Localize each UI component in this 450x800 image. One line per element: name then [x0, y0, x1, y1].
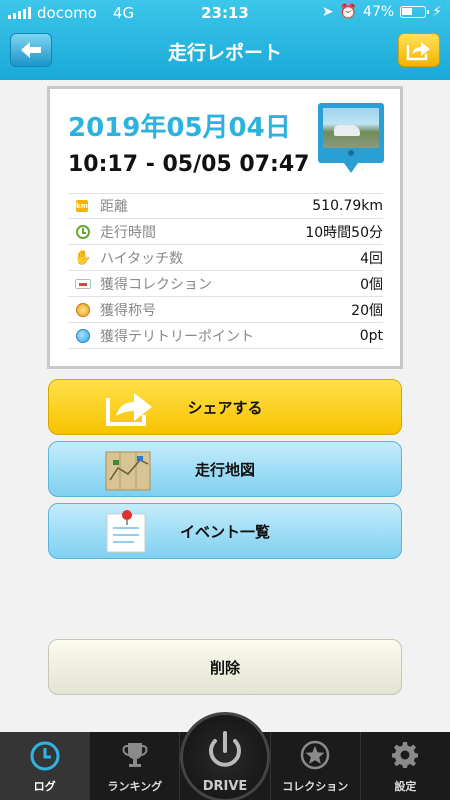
stat-value: 20個	[351, 302, 383, 319]
territory-icon	[76, 328, 90, 343]
battery-percent: 47%	[363, 4, 395, 20]
delete-label: 削除	[209, 658, 240, 677]
stat-label: 距離	[100, 199, 128, 215]
map-icon	[105, 451, 151, 491]
status-bar: docomo 4G 23:13 ➤ ⏰ 47% ⚡	[0, 0, 450, 26]
memo-pin-icon	[106, 510, 146, 553]
medal-icon	[76, 302, 90, 317]
header-bar: docomo 4G 23:13 ➤ ⏰ 47% ⚡ 走行レポート	[0, 0, 450, 80]
tab-settings-label: 設定	[394, 780, 417, 793]
stat-row-drive-time: 走行時間 10時間50分	[68, 219, 383, 245]
stat-row-titles: 獲得称号 20個	[68, 297, 383, 323]
location-icon: ➤	[321, 4, 334, 20]
km-icon: km	[76, 200, 88, 212]
route-photo-thumbnail[interactable]	[318, 103, 384, 173]
share-action-label: シェアする	[187, 398, 263, 417]
stat-label: 獲得コレクション	[100, 276, 212, 293]
stat-label: 走行時間	[100, 224, 156, 241]
map-pin-icon	[346, 148, 356, 158]
stat-row-distance: km 距離 510.79km	[68, 193, 383, 219]
alarm-icon: ⏰	[339, 4, 358, 20]
clock-icon	[30, 741, 60, 771]
stat-label: ハイタッチ数	[100, 250, 184, 267]
drive-map-label: 走行地図	[194, 460, 255, 479]
drive-label: DRIVE	[202, 779, 248, 794]
report-time-range: 10:17 - 05/05 07:47	[68, 152, 310, 177]
stats-list: km 距離 510.79km 走行時間 10時間50分 ✋ ハイタッチ数 4回 …	[68, 193, 383, 349]
tab-log-label: ログ	[33, 780, 56, 793]
charging-icon: ⚡	[432, 4, 442, 20]
delete-button[interactable]: 削除	[48, 639, 402, 695]
trophy-icon	[122, 743, 148, 767]
tab-settings[interactable]: 設定	[361, 732, 450, 800]
share-action-button[interactable]: シェアする	[48, 379, 402, 435]
stat-value: 10時間50分	[305, 224, 383, 241]
tab-log[interactable]: ログ	[0, 732, 91, 800]
power-icon	[209, 731, 241, 767]
stat-row-territory: 獲得テリトリーポイント 0pt	[68, 323, 383, 349]
event-list-button[interactable]: イベント一覧	[48, 503, 402, 559]
report-date: 2019年05月04日	[68, 113, 291, 143]
star-badge-icon	[300, 740, 330, 770]
stat-value: 510.79km	[312, 198, 383, 214]
battery-icon	[400, 6, 430, 18]
share-icon	[406, 42, 430, 61]
battery-level	[402, 8, 413, 15]
report-card: 2019年05月04日 10:17 - 05/05 07:47 km 距離 51…	[47, 86, 403, 369]
tab-ranking[interactable]: ランキング	[90, 732, 181, 800]
car-icon	[334, 125, 360, 136]
stat-value: 4回	[360, 250, 383, 267]
gear-icon	[392, 742, 419, 768]
tab-collection[interactable]: コレクション	[271, 732, 361, 800]
clock-icon	[76, 224, 90, 239]
event-list-label: イベント一覧	[179, 522, 270, 541]
tab-ranking-label: ランキング	[107, 780, 163, 793]
hand-icon: ✋	[74, 249, 92, 266]
collection-car-icon	[75, 278, 91, 289]
share-button[interactable]	[398, 33, 440, 67]
stat-value: 0個	[360, 276, 383, 293]
stat-row-collection: 獲得コレクション 0個	[68, 271, 383, 297]
stat-row-high-touch: ✋ ハイタッチ数 4回	[68, 245, 383, 271]
stat-value: 0pt	[359, 327, 383, 344]
page-title: 走行レポート	[167, 42, 282, 64]
stat-label: 獲得テリトリーポイント	[100, 328, 254, 345]
tab-collection-label: コレクション	[282, 780, 349, 793]
pin-pointer	[344, 163, 358, 173]
drive-map-button[interactable]: 走行地図	[48, 441, 402, 497]
share-icon	[106, 393, 152, 426]
stat-label: 獲得称号	[100, 302, 156, 319]
